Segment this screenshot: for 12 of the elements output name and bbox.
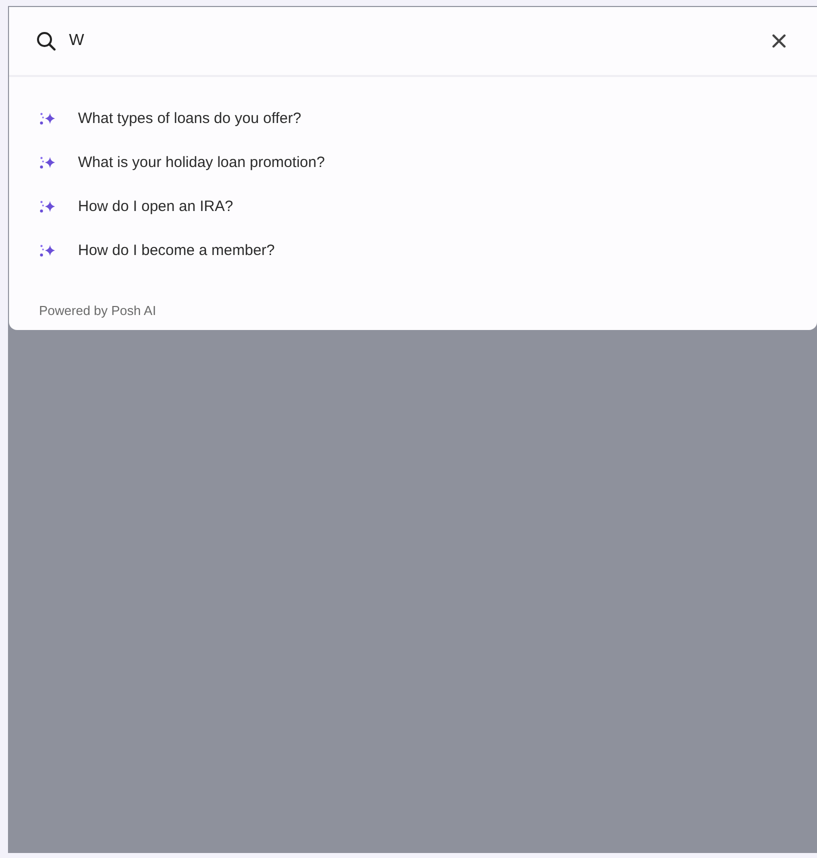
suggestion-item[interactable]: What is your holiday loan promotion? [9,140,817,184]
close-icon [772,34,786,48]
suggestion-item[interactable]: What types of loans do you offer? [9,96,817,140]
sparkle-icon [39,242,56,258]
powered-by-text: Powered by Posh AI [38,303,158,320]
search-icon [36,31,56,51]
sparkle-icon [39,198,56,214]
sparkle-icon [39,110,56,126]
suggestion-item[interactable]: How do I become a member? [9,228,817,272]
search-field[interactable]: W [69,32,765,50]
suggestion-item[interactable]: How do I open an IRA? [9,184,817,228]
sparkle-icon [39,154,56,170]
